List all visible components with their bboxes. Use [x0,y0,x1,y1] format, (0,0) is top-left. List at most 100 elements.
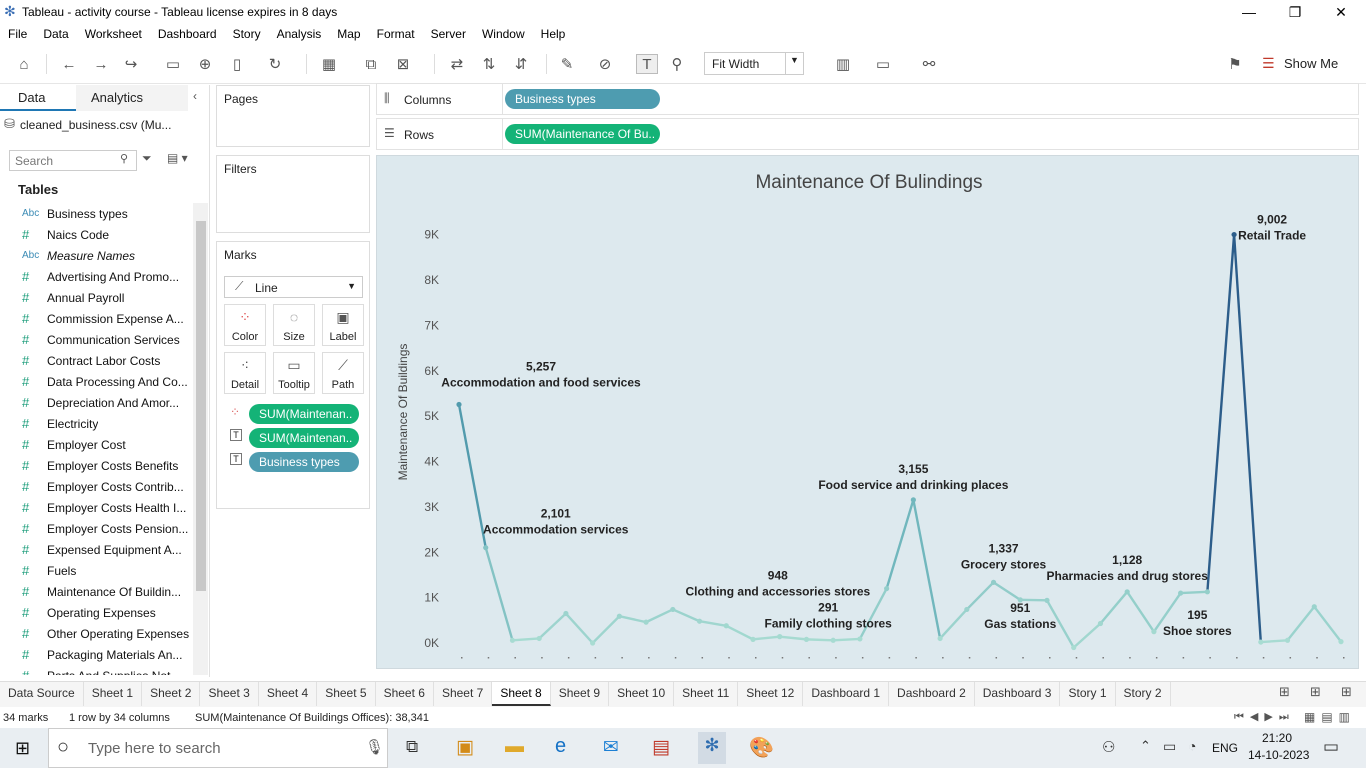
app-icon[interactable]: ▤ [652,736,670,759]
notifications-icon[interactable]: ▭ [1323,737,1339,757]
tooltip-button[interactable]: ▭ Tooltip [273,352,315,394]
label-button[interactable]: ▣ Label [322,304,364,346]
store-icon[interactable]: ▣ [456,736,474,759]
sheet-tab[interactable]: Sheet 12 [738,682,804,706]
presentation-mode-icon[interactable]: ▭ [872,54,894,74]
new-story-tab-icon[interactable]: ⊞ [1341,684,1352,700]
line-segment[interactable] [885,498,915,590]
data-point[interactable] [1284,637,1291,643]
color-button[interactable]: ⁘ Color [224,304,266,346]
menu-worksheet[interactable]: Worksheet [77,24,150,44]
data-point[interactable] [616,613,622,619]
field-item[interactable]: # Electricity [0,413,193,434]
sheet-tab[interactable]: Dashboard 3 [975,682,1061,706]
filters-card[interactable]: Filters [216,155,370,233]
data-point[interactable] [563,610,569,617]
line-segment[interactable] [1259,639,1289,644]
data-point[interactable] [456,401,462,408]
line-segment[interactable] [484,546,514,642]
line-segment[interactable] [511,637,541,642]
data-point[interactable] [509,637,516,643]
data-point[interactable] [777,634,783,640]
sheet-tab[interactable]: Sheet 10 [609,682,675,706]
line-segment[interactable] [805,638,835,642]
line-segment[interactable] [751,635,781,641]
data-point[interactable] [536,635,542,642]
replay-icon[interactable]: ↪ [120,54,142,74]
field-item[interactable]: # Maintenance Of Buildin... [0,581,193,602]
scrollbar-thumb[interactable] [196,221,206,591]
menu-window[interactable]: Window [474,24,533,44]
sheet-tab[interactable]: Sheet 4 [259,682,318,706]
menu-format[interactable]: Format [369,24,423,44]
task-view-icon[interactable]: ⧉ [406,737,418,757]
data-point[interactable] [830,637,836,643]
line-segment[interactable] [831,637,862,642]
redo-icon[interactable]: → [90,54,112,74]
line-segment[interactable] [1179,590,1209,595]
field-item[interactable]: # Employer Costs Health I... [0,497,193,518]
new-worksheet-tab-icon[interactable]: ⊞ [1279,684,1290,700]
line-segment[interactable] [698,620,728,627]
data-point[interactable] [964,606,970,613]
show-labels-icon[interactable]: T [636,54,658,74]
field-item[interactable]: # Employer Costs Contrib... [0,476,193,497]
field-item[interactable]: # Employer Costs Pension... [0,518,193,539]
line-segment[interactable] [671,608,701,623]
sheet-tab[interactable]: Sheet 6 [376,682,434,706]
data-point[interactable] [1338,639,1344,645]
file-explorer-icon[interactable]: ▬ [505,736,524,758]
show-hidden-icons[interactable]: ⌃ [1140,738,1151,754]
sheet-navigation-icon[interactable]: ⏮◀▶⏭ [1234,710,1295,724]
menu-data[interactable]: Data [35,24,76,44]
line-segment[interactable] [1206,233,1236,594]
field-item[interactable]: # Employer Costs Benefits [0,455,193,476]
pause-updates-icon[interactable]: ▯ [226,54,248,74]
menu-dashboard[interactable]: Dashboard [150,24,225,44]
search-input[interactable]: Search [9,150,137,171]
data-point[interactable] [990,579,997,585]
data-point[interactable] [1151,629,1157,635]
size-button[interactable]: ◌ Size [273,304,315,346]
sheet-tab[interactable]: Sheet 5 [317,682,376,706]
line-segment[interactable] [965,581,995,611]
field-item[interactable]: # Fuels [0,560,193,581]
data-point[interactable] [750,636,756,642]
language-indicator[interactable]: ENG [1212,741,1238,755]
minimize-button[interactable]: — [1226,0,1272,24]
line-segment[interactable] [457,403,487,549]
field-item[interactable]: # Communication Services [0,329,193,350]
close-button[interactable]: ✕ [1318,0,1364,24]
new-dashboard-tab-icon[interactable]: ⊞ [1310,684,1321,700]
data-point[interactable] [590,640,596,646]
filter-icon[interactable]: ⏷ [142,151,152,166]
tab-analytics[interactable]: Analytics [76,85,188,111]
line-segment[interactable] [725,624,755,641]
data-point[interactable] [1204,589,1210,595]
wifi-icon[interactable]: ◔ [1188,738,1196,754]
clock-date[interactable]: 14-10-2023 [1248,748,1309,762]
data-point[interactable] [937,635,943,642]
data-point[interactable] [1071,644,1077,651]
line-segment[interactable] [1313,605,1343,643]
field-item[interactable]: # Operating Expenses [0,602,193,623]
line-segment[interactable] [1072,622,1102,649]
line-chart[interactable]: Maintenance Of Bulindings Maintenance Of… [377,156,1360,670]
data-point[interactable] [1258,639,1264,645]
data-point[interactable] [643,619,649,625]
clock-time[interactable]: 21:20 [1262,731,1292,745]
mail-icon[interactable]: ✉ [603,736,619,759]
menu-server[interactable]: Server [423,24,474,44]
line-segment[interactable] [564,612,594,645]
fit-dropdown[interactable]: Fit Width ▼ [704,52,804,75]
data-point[interactable] [723,623,729,629]
line-segment[interactable] [938,608,969,640]
data-point[interactable] [1231,231,1237,238]
sheet-tab[interactable]: Sheet 11 [674,682,739,706]
menu-file[interactable]: File [0,24,35,44]
sort-descending-icon[interactable]: ⇵ [510,54,532,74]
field-item[interactable]: # Data Processing And Co... [0,371,193,392]
rows-shelf[interactable]: ☰ Rows SUM(Maintenance Of Bu.. [376,118,1359,150]
menu-help[interactable]: Help [533,24,574,44]
data-point[interactable] [1124,589,1130,595]
